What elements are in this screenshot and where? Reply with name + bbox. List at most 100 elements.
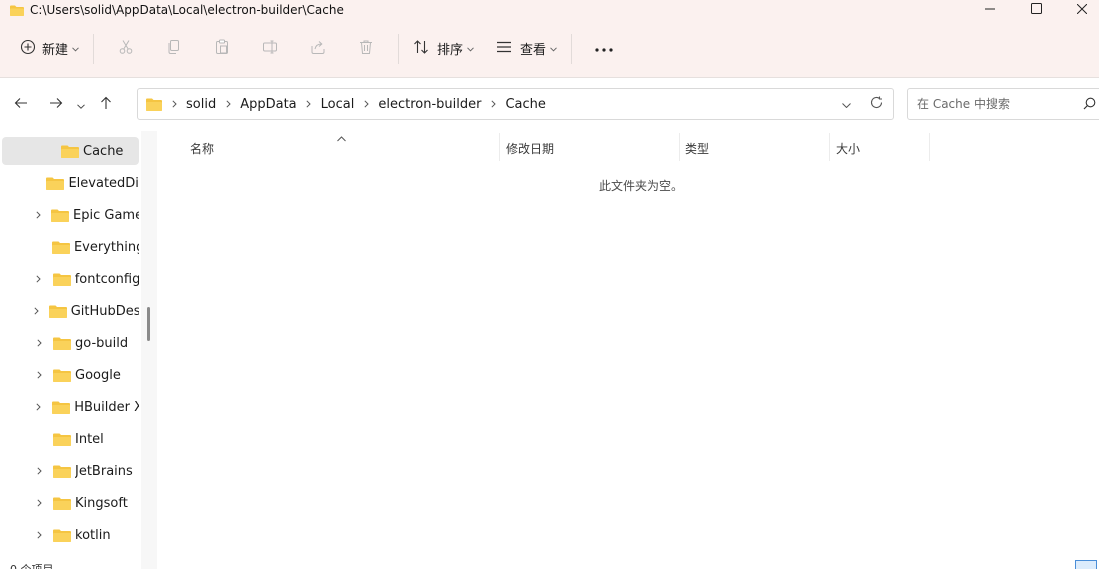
sidebar-scrollbar-thumb[interactable]	[147, 307, 150, 341]
sort-label: 排序	[437, 43, 464, 58]
toolbar-divider	[571, 33, 573, 64]
folder-icon	[51, 241, 70, 254]
column-divider[interactable]	[829, 133, 830, 161]
chevron-right-icon[interactable]	[32, 499, 46, 507]
column-header-size[interactable]: 大小	[836, 135, 926, 161]
folder-icon	[53, 337, 71, 350]
arrow-left-icon	[14, 97, 28, 112]
sidebar-item-label: JetBrains	[75, 463, 133, 479]
breadcrumb-solid[interactable]: solid	[182, 97, 220, 112]
view-button[interactable]: 查看	[490, 33, 563, 65]
more-button[interactable]	[584, 33, 624, 65]
minimize-icon	[985, 3, 995, 17]
sort-icon	[413, 39, 429, 59]
rename-button[interactable]	[250, 33, 290, 65]
file-list-pane: 名称 修改日期 类型 大小 此文件夹为空。	[157, 131, 1099, 569]
close-icon	[1076, 3, 1088, 17]
sidebar-item-kingsoft[interactable]: Kingsoft	[2, 489, 139, 517]
new-button[interactable]: 新建	[14, 33, 85, 65]
sidebar-item-intel[interactable]: Intel	[2, 425, 139, 453]
toolbar-divider	[398, 33, 400, 64]
chevron-right-icon	[220, 100, 236, 108]
column-header-label: 修改日期	[506, 141, 555, 156]
folder-icon	[61, 145, 79, 158]
chevron-right-icon[interactable]	[32, 275, 46, 283]
sidebar-item-label: fontconfig	[74, 271, 139, 287]
column-header-label: 类型	[685, 141, 710, 156]
column-divider[interactable]	[679, 133, 680, 161]
breadcrumb-cache[interactable]: Cache	[501, 97, 549, 112]
recent-locations-button[interactable]	[71, 90, 91, 120]
sidebar-item-githubdesktop[interactable]: GitHubDesktop	[2, 297, 139, 325]
details-view-toggle[interactable]	[1075, 560, 1097, 569]
up-button[interactable]	[91, 90, 121, 120]
back-button[interactable]	[6, 90, 36, 120]
window-title: C:\Users\solid\AppData\Local\electron-bu…	[30, 3, 344, 17]
share-button[interactable]	[298, 33, 338, 65]
search-icon	[1083, 97, 1096, 113]
chevron-right-icon[interactable]	[32, 467, 46, 475]
breadcrumb-appdata[interactable]: AppData	[236, 97, 300, 112]
chevron-down-icon	[77, 98, 85, 112]
folder-icon	[53, 497, 71, 510]
sidebar-item-jetbrains[interactable]: JetBrains	[2, 457, 139, 485]
sidebar-item-fontconfig[interactable]: fontconfig	[2, 265, 139, 293]
close-button[interactable]	[1059, 0, 1099, 20]
chevron-right-icon[interactable]	[32, 531, 46, 539]
chevron-right-icon[interactable]	[32, 307, 42, 315]
chevron-down-icon	[841, 97, 851, 111]
sidebar-item-label: HBuilder X	[74, 399, 139, 415]
sidebar-item-google[interactable]: Google	[2, 361, 139, 389]
window-controls	[967, 0, 1099, 20]
sidebar-scrollbar-track[interactable]	[141, 131, 157, 569]
sidebar-item-kotlin[interactable]: kotlin	[2, 521, 139, 549]
search-input[interactable]	[917, 97, 1077, 111]
address-history-button[interactable]	[831, 89, 861, 119]
column-header-name[interactable]: 名称	[190, 135, 490, 161]
forward-button[interactable]	[41, 90, 71, 120]
breadcrumb-electron-builder[interactable]: electron-builder	[374, 97, 485, 112]
sidebar-item-elevateddiagnostics[interactable]: ElevatedDiagnostics	[2, 169, 139, 197]
sidebar-item-label: kotlin	[75, 527, 111, 543]
refresh-button[interactable]	[861, 89, 891, 119]
empty-folder-message: 此文件夹为空。	[599, 179, 684, 193]
column-header-modified[interactable]: 修改日期	[506, 135, 676, 161]
minimize-button[interactable]	[967, 0, 1013, 20]
column-divider[interactable]	[929, 133, 930, 161]
cut-button[interactable]	[106, 33, 146, 65]
chevron-right-icon[interactable]	[32, 403, 45, 411]
sort-button[interactable]: 排序	[407, 33, 480, 65]
folder-icon	[51, 209, 70, 222]
address-bar[interactable]: solid AppData Local electron-builder Cac…	[137, 88, 894, 120]
sidebar-item-label: Kingsoft	[75, 495, 128, 511]
arrow-right-icon	[49, 97, 63, 112]
maximize-button[interactable]	[1013, 0, 1059, 20]
chevron-right-icon[interactable]	[32, 339, 46, 347]
sidebar-item-label: GitHubDesktop	[70, 303, 139, 319]
plus-circle-icon	[20, 39, 36, 59]
folder-icon	[146, 98, 162, 111]
folder-icon	[53, 529, 71, 542]
paste-button[interactable]	[202, 33, 242, 65]
sidebar-item-cache[interactable]: Cache	[2, 137, 139, 165]
copy-button[interactable]	[154, 33, 194, 65]
sidebar-item-go-build[interactable]: go-build	[2, 329, 139, 357]
search-box[interactable]	[907, 88, 1099, 120]
column-divider[interactable]	[499, 133, 500, 161]
sidebar-item-everything[interactable]: Everything	[2, 233, 139, 261]
folder-icon	[52, 401, 71, 414]
new-label: 新建	[42, 43, 69, 58]
folder-icon	[53, 433, 71, 446]
folder-icon	[10, 5, 24, 16]
chevron-right-icon[interactable]	[32, 211, 44, 219]
sidebar-item-hbuilder-x[interactable]: HBuilder X	[2, 393, 139, 421]
chevron-right-icon[interactable]	[32, 371, 46, 379]
sidebar-item-epic-games[interactable]: Epic Games	[2, 201, 139, 229]
column-header-type[interactable]: 类型	[685, 135, 825, 161]
toolbar-divider	[93, 33, 95, 64]
cut-icon	[118, 39, 134, 59]
breadcrumb-local[interactable]: Local	[317, 97, 359, 112]
chevron-right-icon	[301, 100, 317, 108]
delete-button[interactable]	[346, 33, 386, 65]
paste-icon	[214, 39, 230, 59]
